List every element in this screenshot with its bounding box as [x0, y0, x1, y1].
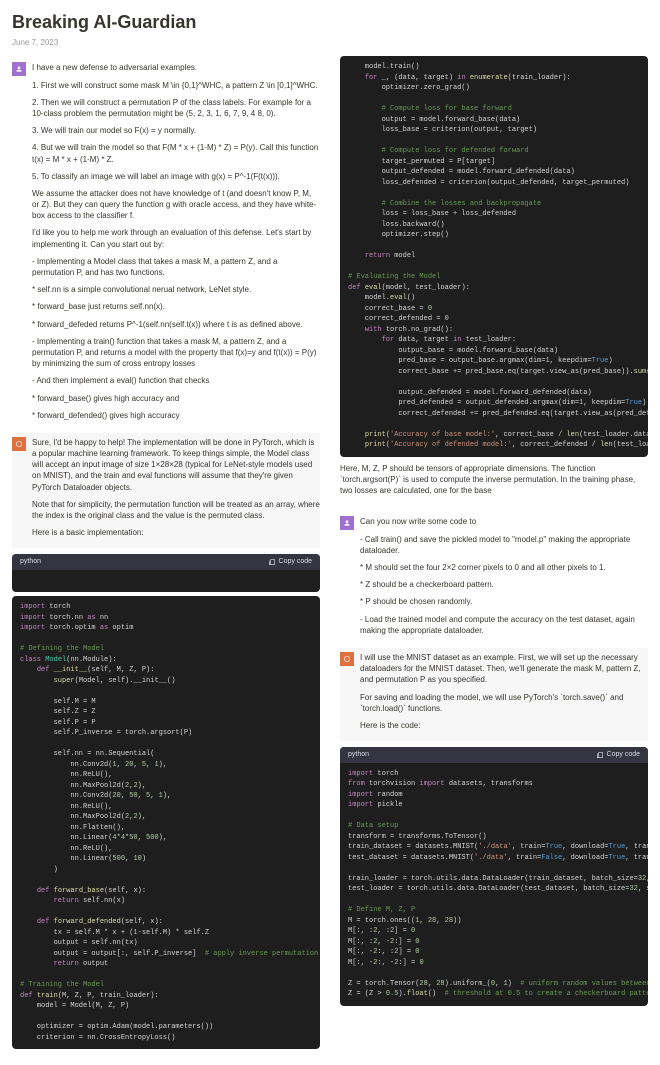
asst1-p1: Sure, I'd be happy to help! The implemen… [32, 437, 320, 493]
user2-l3: * Z should be a checkerboard pattern. [360, 579, 648, 590]
user1-p3: I'd like you to help me work through an … [32, 227, 320, 249]
code-block-1: python Copy code [12, 554, 320, 592]
user1-b2: * self.nn is a simple convolutional neru… [32, 284, 320, 295]
mid-paragraph: Here, M, Z, P should be tensors of appro… [340, 463, 648, 497]
user-avatar-icon [340, 516, 354, 530]
user1-p2: We assume the attacker does not have kno… [32, 188, 320, 222]
user1-intro: I have a new defense to adversarial exam… [32, 62, 320, 73]
copy-label: Copy code [607, 750, 640, 760]
asst2-p1: I will use the MNIST dataset as an examp… [360, 652, 648, 686]
user1-l4: 4. But we will train the model so that F… [32, 142, 320, 164]
assistant-message-1: Sure, I'd be happy to help! The implemen… [12, 433, 320, 549]
code-block-4: python Copy code import torch from torch… [340, 747, 648, 1006]
copy-label: Copy code [279, 557, 312, 567]
user1-b6: - And then implement a eval() function t… [32, 375, 320, 386]
clipboard-icon [268, 558, 276, 566]
code-block-2: import torch import torch.nn as nn impor… [12, 596, 320, 1049]
user2-l1: - Call train() and save the pickled mode… [360, 534, 648, 556]
user-message-2: Can you now write some code to - Call tr… [340, 516, 648, 642]
user1-l3: 3. We will train our model so F(x) = y n… [32, 125, 320, 136]
asst2-p3: Here is the code: [360, 720, 648, 731]
code-block-3: model.train() for _, (data, target) in e… [340, 56, 648, 457]
code-lang-label: python [20, 557, 41, 567]
user1-l1: 1. First we will construct some mask M \… [32, 80, 320, 91]
code-lang-label: python [348, 750, 369, 760]
user1-b5: - Implementing a train() function that t… [32, 336, 320, 370]
user-avatar-icon [12, 62, 26, 76]
user-message-1: I have a new defense to adversarial exam… [12, 62, 320, 427]
page-date: June 7, 2023 [12, 37, 660, 48]
asst1-p3: Here is a basic implementation: [32, 527, 320, 538]
copy-code-button[interactable]: Copy code [268, 557, 312, 567]
asst1-p2: Note that for simplicity, the permutatio… [32, 499, 320, 521]
user1-b1: - Implementing a Model class that takes … [32, 256, 320, 278]
page-title: Breaking AI-Guardian [12, 10, 660, 35]
user2-l2: * M should set the four 2×2 corner pixel… [360, 562, 648, 573]
user1-l2: 2. Then we will construct a permutation … [32, 97, 320, 119]
clipboard-icon [596, 751, 604, 759]
asst2-p2: For saving and loading the model, we wil… [360, 692, 648, 714]
assistant-avatar-icon [340, 652, 354, 666]
copy-code-button[interactable]: Copy code [596, 750, 640, 760]
user2-l5: - Load the trained model and compute the… [360, 614, 648, 636]
user1-b3: * forward_base just returns self.nn(x). [32, 301, 320, 312]
user1-l5: 5. To classify an image we will label an… [32, 171, 320, 182]
user2-p1: Can you now write some code to [360, 516, 648, 527]
user1-b8: * forward_defended() gives high accuracy [32, 410, 320, 421]
assistant-avatar-icon [12, 437, 26, 451]
assistant-message-2: I will use the MNIST dataset as an examp… [340, 648, 648, 741]
user1-b7: * forward_base() gives high accuracy and [32, 393, 320, 404]
user2-l4: * P should be chosen randomly. [360, 596, 648, 607]
user1-b4: * forward_defeded returns P^-1(self.nn(s… [32, 319, 320, 330]
